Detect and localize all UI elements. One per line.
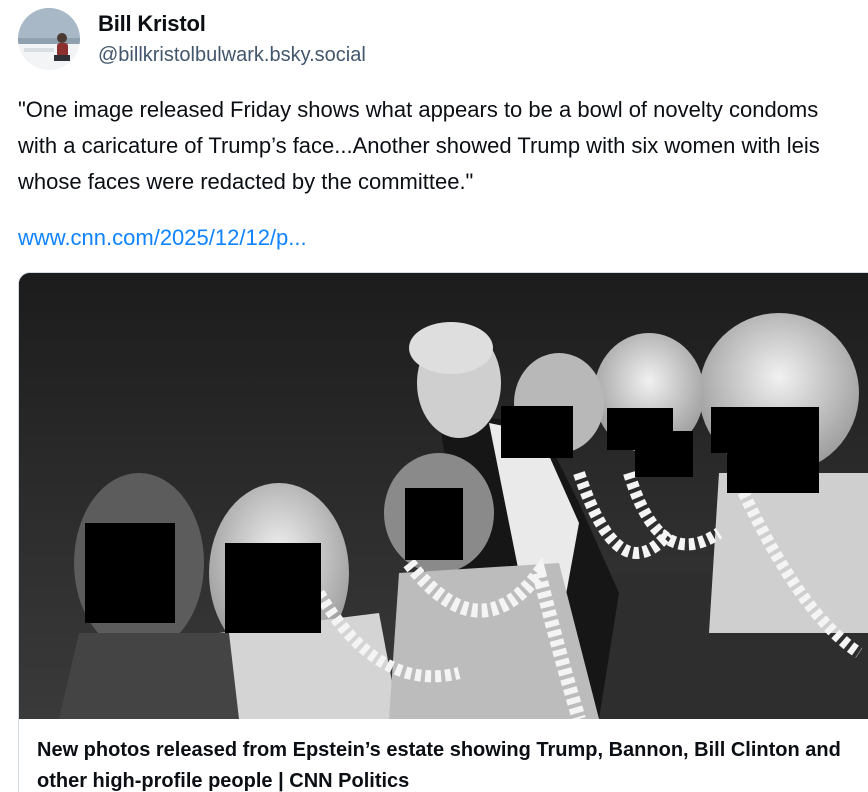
redaction-box (85, 523, 175, 623)
author-name[interactable]: Bill Kristol (98, 11, 206, 37)
redaction-box (405, 488, 463, 560)
redaction-box (727, 427, 819, 493)
post-text: "One image released Friday shows what ap… (18, 97, 820, 194)
redaction-box (635, 431, 693, 477)
link-preview-title[interactable]: New photos released from Epstein’s estat… (37, 735, 847, 792)
post: Bill Kristol @billkristolbulwark.bsky.so… (0, 0, 868, 792)
preview-image (19, 273, 868, 719)
link-preview-card[interactable]: New photos released from Epstein’s estat… (18, 272, 868, 792)
post-link[interactable]: www.cnn.com/2025/12/12/p... (18, 225, 307, 251)
author-avatar[interactable] (18, 8, 80, 70)
redaction-box (225, 543, 321, 633)
author-handle[interactable]: @billkristolbulwark.bsky.social (98, 44, 366, 67)
avatar-photo (18, 8, 80, 70)
redaction-box (501, 406, 573, 458)
